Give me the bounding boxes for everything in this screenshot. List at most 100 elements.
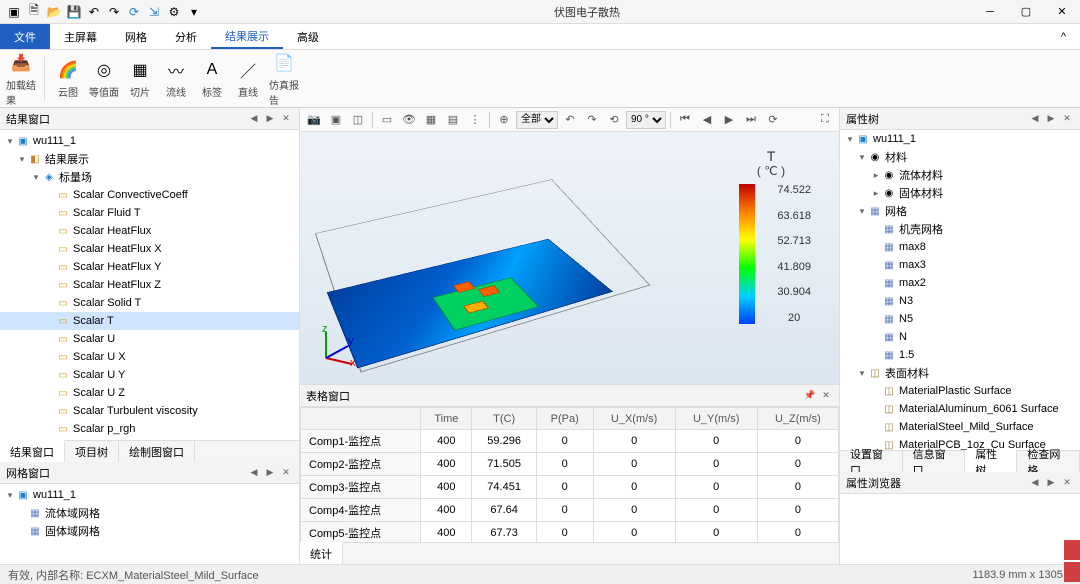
- table-row[interactable]: Comp5-监控点40067.730000: [301, 522, 839, 543]
- tree-scalar-item[interactable]: ▭Scalar T: [0, 312, 299, 330]
- vtb-refresh-icon[interactable]: ⟳: [763, 111, 783, 129]
- ptree-mesh-item[interactable]: ▦max8: [840, 238, 1080, 256]
- ribbon-1[interactable]: 🌈云图: [51, 56, 85, 101]
- vtb-redo-icon[interactable]: ↷: [582, 111, 602, 129]
- ptree-surf-item[interactable]: ◫MaterialAluminum_6061 Surface: [840, 400, 1080, 418]
- vtb-grid-icon[interactable]: ▦: [421, 111, 441, 129]
- property-browser[interactable]: [840, 494, 1080, 564]
- help-icon[interactable]: ^: [1047, 24, 1080, 49]
- side-tab-2[interactable]: [1064, 562, 1080, 582]
- mesh-tree-project[interactable]: ▾▣wu111_1: [0, 486, 299, 504]
- ptree-surf-item[interactable]: ◫MaterialSteel_Mild_Surface: [840, 418, 1080, 436]
- qat-export-icon[interactable]: ⇲: [146, 4, 162, 20]
- mesh-tree-item[interactable]: ▦固体域网格: [0, 522, 299, 540]
- qat-refresh-icon[interactable]: ⟳: [126, 4, 142, 20]
- ribbon-0[interactable]: 📥加载结果: [4, 49, 38, 109]
- ribbon-6[interactable]: ／直线: [231, 56, 265, 101]
- maximize-button[interactable]: ▢: [1008, 0, 1044, 24]
- ptree-surf-mat[interactable]: ▾◫表面材料: [840, 364, 1080, 382]
- vtb-angle-select[interactable]: 90 °: [626, 111, 666, 129]
- tree-scalar-item[interactable]: ▭Scalar p_rgh: [0, 420, 299, 438]
- qat-open-icon[interactable]: 📂: [46, 4, 62, 20]
- qat-settings-icon[interactable]: ⚙: [166, 4, 182, 20]
- vtb-back-icon[interactable]: ⏮: [675, 111, 695, 129]
- ptree-mesh[interactable]: ▾▦网格: [840, 202, 1080, 220]
- ptree-material[interactable]: ▾◉材料: [840, 148, 1080, 166]
- tree-scalar-item[interactable]: ▭Scalar U Y: [0, 366, 299, 384]
- panel-prev-icon[interactable]: ◀: [247, 112, 261, 126]
- panel-prev-icon[interactable]: ◀: [1028, 112, 1042, 126]
- ptree-surf-item[interactable]: ◫MaterialPlastic Surface: [840, 382, 1080, 400]
- table-row[interactable]: Comp4-监控点40067.640000: [301, 499, 839, 522]
- vtb-eye-icon[interactable]: 👁: [399, 111, 419, 129]
- panel-close-icon[interactable]: ✕: [279, 112, 293, 126]
- table-row[interactable]: Comp3-监控点40074.4510000: [301, 476, 839, 499]
- panel-close-icon[interactable]: ✕: [1060, 112, 1074, 126]
- left-tab-2[interactable]: 绘制图窗口: [119, 441, 195, 462]
- vtb-cube-icon[interactable]: ▣: [326, 111, 346, 129]
- vtb-fit-icon[interactable]: ⊕: [494, 111, 514, 129]
- ribbon-7[interactable]: 📄仿真报告: [267, 49, 301, 109]
- close-button[interactable]: ✕: [1044, 0, 1080, 24]
- ptree-mesh-item[interactable]: ▦N3: [840, 292, 1080, 310]
- qat-redo-icon[interactable]: ↷: [106, 4, 122, 20]
- qat-new-icon[interactable]: 🗎: [26, 4, 42, 20]
- data-table[interactable]: TimeT(C)P(Pa)U_X(m/s)U_Y(m/s)U_Z(m/s)Com…: [300, 407, 839, 542]
- tree-scalar-item[interactable]: ▭Scalar HeatFlux Z: [0, 276, 299, 294]
- property-tree[interactable]: ▾▣wu111_1 ▾◉材料 ▸◉流体材料 ▸◉固体材料 ▾▦网格 ▦机壳网格▦…: [840, 130, 1080, 450]
- panel-next-icon[interactable]: ▶: [1044, 476, 1058, 490]
- left-tab-1[interactable]: 项目树: [65, 441, 119, 462]
- menu-analyze[interactable]: 分析: [161, 24, 211, 49]
- result-tree[interactable]: ▾▣wu111_1 ▾◧结果展示 ▾◈标量场 ▭Scalar Convectiv…: [0, 130, 299, 440]
- vtb-rotate-icon[interactable]: ⟲: [604, 111, 624, 129]
- panel-close-icon[interactable]: ✕: [1060, 476, 1074, 490]
- tree-scalar-item[interactable]: ▭Scalar U Z: [0, 384, 299, 402]
- tree-scalar-item[interactable]: ▭Scalar U X: [0, 348, 299, 366]
- vtb-cube2-icon[interactable]: ◫: [348, 111, 368, 129]
- ptree-mesh-item[interactable]: ▦1.5: [840, 346, 1080, 364]
- mesh-tree-item[interactable]: ▦流体域网格: [0, 504, 299, 522]
- table-row[interactable]: Comp1-监控点40059.2960000: [301, 430, 839, 453]
- tree-results[interactable]: ▾◧结果展示: [0, 150, 299, 168]
- panel-next-icon[interactable]: ▶: [263, 112, 277, 126]
- panel-next-icon[interactable]: ▶: [1044, 112, 1058, 126]
- left-tab-0[interactable]: 结果窗口: [0, 440, 65, 462]
- tree-scalar-item[interactable]: ▭Scalar HeatFlux X: [0, 240, 299, 258]
- vtb-rect-icon[interactable]: ▭: [377, 111, 397, 129]
- tree-scalar-item[interactable]: ▭Scalar Turbulent viscosity: [0, 402, 299, 420]
- ptree-fluid-mat[interactable]: ▸◉流体材料: [840, 166, 1080, 184]
- menu-results[interactable]: 结果展示: [211, 24, 283, 49]
- side-tab-1[interactable]: [1064, 540, 1080, 560]
- tree-scalar-item[interactable]: ▭Scalar Fluid T: [0, 204, 299, 222]
- ptree-mesh-item[interactable]: ▦max2: [840, 274, 1080, 292]
- menu-file[interactable]: 文件: [0, 24, 50, 49]
- tree-project[interactable]: ▾▣wu111_1: [0, 132, 299, 150]
- menu-advanced[interactable]: 高级: [283, 24, 333, 49]
- ribbon-3[interactable]: ▦切片: [123, 56, 157, 101]
- vtb-camera-icon[interactable]: 📷: [304, 111, 324, 129]
- menu-mesh[interactable]: 网格: [111, 24, 161, 49]
- table-tab-stats[interactable]: 统计: [300, 542, 343, 564]
- panel-next-icon[interactable]: ▶: [263, 466, 277, 480]
- vtb-fwd-icon[interactable]: ⏭: [741, 111, 761, 129]
- vtb-max-icon[interactable]: ⛶: [815, 111, 835, 129]
- vtb-filter-select[interactable]: 全部: [516, 111, 558, 129]
- ptree-mesh-item[interactable]: ▦N5: [840, 310, 1080, 328]
- right-tab-1[interactable]: 信息窗口: [903, 451, 966, 472]
- menu-home[interactable]: 主屏幕: [50, 24, 111, 49]
- panel-prev-icon[interactable]: ◀: [1028, 476, 1042, 490]
- vtb-undo-icon[interactable]: ↶: [560, 111, 580, 129]
- ptree-solid-mat[interactable]: ▸◉固体材料: [840, 184, 1080, 202]
- ptree-mesh-item[interactable]: ▦max3: [840, 256, 1080, 274]
- tree-scalar-item[interactable]: ▭Scalar Solid T: [0, 294, 299, 312]
- panel-prev-icon[interactable]: ◀: [247, 466, 261, 480]
- vtb-point-icon[interactable]: ⋮: [465, 111, 485, 129]
- tree-scalar-item[interactable]: ▭Scalar HeatFlux: [0, 222, 299, 240]
- tree-scalar-item[interactable]: ▭Scalar U: [0, 330, 299, 348]
- tree-scalar-item[interactable]: ▭Scalar ConvectiveCoeff: [0, 186, 299, 204]
- right-tab-0[interactable]: 设置窗口: [840, 451, 903, 472]
- viewport-3d[interactable]: zxy T ( ℃ ) 74.52263.61852.71341.80930.9…: [300, 132, 839, 384]
- right-tab-2[interactable]: 属性树: [965, 450, 1017, 472]
- qat-dropdown-icon[interactable]: ▾: [186, 4, 202, 20]
- vtb-next-icon[interactable]: ▶: [719, 111, 739, 129]
